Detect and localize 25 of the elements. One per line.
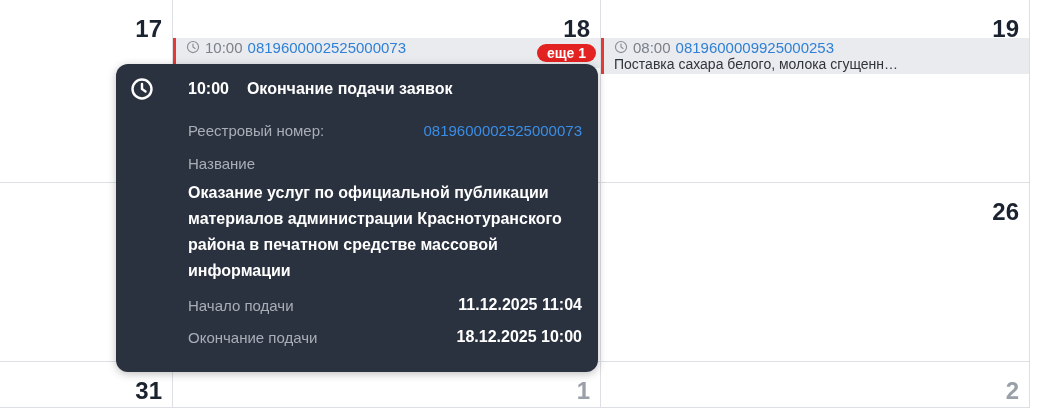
tooltip-time: 10:00 xyxy=(188,80,229,98)
field-value: 18.12.2025 10:00 xyxy=(456,328,582,346)
clock-icon xyxy=(130,77,154,101)
clock-icon xyxy=(186,40,200,54)
event-time: 10:00 xyxy=(205,38,243,56)
field-value: 11.12.2025 11:04 xyxy=(458,296,582,314)
field-label: Реестровый номер: xyxy=(188,122,325,139)
day-number: 2 xyxy=(1005,378,1020,404)
field-label: Название xyxy=(188,155,257,172)
day-number: 1 xyxy=(576,378,591,404)
day-number: 31 xyxy=(135,378,163,404)
field-label: Окончание подачи xyxy=(188,328,318,346)
event-time: 08:00 xyxy=(633,38,671,56)
registry-number-link[interactable]: 0819600009925000253 xyxy=(675,38,835,56)
clock-icon xyxy=(614,40,628,54)
registry-number-link[interactable]: 0819600002525000073 xyxy=(247,38,407,56)
calendar-event[interactable]: 08:00 0819600009925000253 Поставка сахара белого, молока сгущенн… xyxy=(601,38,1029,74)
registry-number-link[interactable]: 0819600002525000073 xyxy=(423,122,582,139)
event-title: Поставка сахара белого, молока сгущенн… xyxy=(614,56,899,72)
tender-name: Оказание услуг по официальной публикации материалов администрации Краснотуранского района в печатном средстве массовой информации xyxy=(188,183,563,281)
field-label: Начало подачи xyxy=(188,296,294,314)
more-events-badge[interactable]: еще 1 xyxy=(536,44,596,62)
day-number: 26 xyxy=(992,199,1020,225)
day-number: 17 xyxy=(135,16,163,42)
tooltip-heading: Окончание подачи заявок xyxy=(246,80,453,98)
